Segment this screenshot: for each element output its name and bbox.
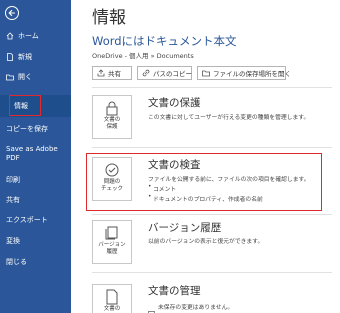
copy-path-button[interactable]: パスのコピー	[137, 66, 192, 80]
page-title: 情報	[92, 8, 126, 28]
lock-icon	[104, 100, 120, 116]
document-path: OneDrive - 個人用 » Documents	[92, 52, 194, 60]
inspect-highlight-box	[86, 153, 322, 211]
back-arrow-icon[interactable]	[5, 6, 19, 20]
manage-title: 文書の管理	[148, 285, 201, 297]
divider	[92, 214, 332, 215]
document-title: Wordにはドキュメント本文	[92, 34, 237, 48]
sidebar-item-export[interactable]: エクスポート	[0, 210, 71, 230]
document-icon	[104, 289, 120, 305]
history-icon	[104, 225, 120, 241]
sidebar-item-label: 開く	[18, 73, 32, 81]
version-history-tile[interactable]: バージョン 履歴	[92, 220, 132, 264]
protect-description: この文書に対してユーザーが行える変更の種類を管理します。	[148, 115, 310, 121]
sidebar-item-label: 変換	[6, 237, 20, 245]
sidebar-item-label: ホーム	[18, 32, 39, 40]
share-icon	[97, 69, 105, 77]
home-icon	[6, 32, 14, 40]
tile-label: 文書の	[103, 306, 121, 312]
folder-icon	[6, 73, 14, 81]
manage-document-tile[interactable]: 文書の	[92, 284, 132, 313]
open-location-button[interactable]: ファイルの保存場所を開く	[197, 66, 291, 80]
divider	[92, 87, 332, 88]
sidebar-item-new[interactable]: 新規	[0, 47, 71, 67]
sidebar-item-print[interactable]: 印刷	[0, 170, 71, 190]
sidebar: ホーム 新規 開く 情報 コピーを保存 Save as Adobe PDF 印刷…	[0, 0, 71, 313]
sidebar-item-close[interactable]: 閉じる	[0, 252, 71, 272]
protect-document-tile[interactable]: 文書の 保護	[92, 95, 132, 139]
share-button[interactable]: 共有	[92, 66, 132, 80]
sidebar-item-open[interactable]: 開く	[0, 67, 71, 87]
divider	[92, 272, 332, 273]
sidebar-item-label: 印刷	[6, 176, 20, 184]
folder-icon	[202, 69, 210, 77]
sidebar-item-save-copy[interactable]: コピーを保存	[0, 119, 71, 139]
sidebar-item-label: Save as Adobe PDF	[6, 145, 58, 162]
version-history-title: バージョン履歴	[148, 222, 222, 234]
sidebar-item-home[interactable]: ホーム	[0, 26, 71, 46]
sidebar-item-save-as-pdf[interactable]: Save as Adobe PDF	[0, 143, 71, 169]
sidebar-item-label: 新規	[18, 53, 32, 61]
sidebar-item-label: 共有	[6, 196, 20, 204]
sidebar-item-transform[interactable]: 変換	[0, 231, 71, 251]
sidebar-item-label: コピーを保存	[6, 125, 48, 133]
version-history-description: 以前のバージョンの表示と復元ができます。	[148, 239, 264, 245]
document-status-icon	[148, 303, 155, 313]
tile-label: バージョン 履歴	[98, 242, 126, 255]
sidebar-item-share[interactable]: 共有	[0, 190, 71, 210]
link-icon	[142, 69, 150, 77]
new-document-icon	[6, 53, 14, 61]
sidebar-item-label: 閉じる	[6, 258, 27, 266]
protect-title: 文書の保護	[148, 97, 201, 109]
divider	[92, 147, 332, 148]
sidebar-item-label: エクスポート	[6, 216, 48, 224]
info-highlight-box	[9, 95, 41, 116]
manage-description: 未保存の変更はありません。	[158, 305, 234, 311]
tile-label: 文書の 保護	[103, 117, 121, 130]
